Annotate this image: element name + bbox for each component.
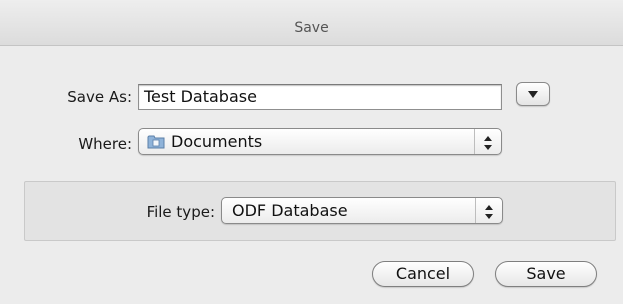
save-as-label: Save As: bbox=[67, 88, 132, 106]
file-type-popup-value: ODF Database bbox=[232, 201, 348, 220]
title-bar: Save bbox=[0, 0, 623, 46]
save-button[interactable]: Save bbox=[495, 261, 597, 287]
file-type-panel: File type: ODF Database bbox=[24, 181, 616, 241]
expand-dialog-button[interactable] bbox=[516, 82, 550, 106]
popup-arrows-icon bbox=[475, 198, 502, 223]
file-type-label: File type: bbox=[146, 203, 215, 221]
folder-icon bbox=[147, 135, 165, 149]
where-popup[interactable]: Documents bbox=[138, 128, 502, 155]
where-label: Where: bbox=[78, 135, 132, 153]
popup-arrows-icon bbox=[474, 129, 501, 154]
save-as-input[interactable]: Test Database bbox=[138, 84, 502, 110]
window-title: Save bbox=[294, 20, 329, 36]
file-type-popup[interactable]: ODF Database bbox=[221, 197, 503, 224]
save-dialog: Save Save As: Test Database Where: Docum… bbox=[0, 0, 623, 304]
cancel-button[interactable]: Cancel bbox=[372, 261, 474, 287]
where-popup-value: Documents bbox=[171, 132, 263, 151]
disclosure-triangle-icon bbox=[528, 91, 538, 98]
